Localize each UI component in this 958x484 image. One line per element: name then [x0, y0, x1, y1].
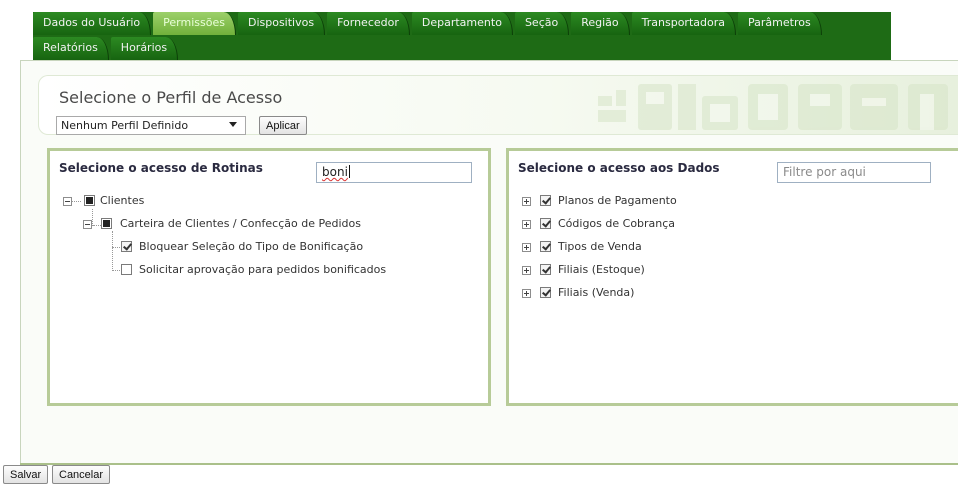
- save-button[interactable]: Salvar: [3, 465, 49, 484]
- checkbox-solicitar[interactable]: [121, 264, 132, 275]
- routines-search-value: boni: [322, 165, 348, 179]
- tree-item-label: Solicitar aprovação para pedidos bonific…: [139, 263, 387, 276]
- profile-title: Selecione o Perfil de Acesso: [59, 88, 283, 107]
- tree-item-label: Clientes: [100, 194, 145, 207]
- text-cursor: [348, 165, 350, 178]
- tree-item-label: Códigos de Cobrança: [558, 217, 676, 230]
- collapse-icon[interactable]: [63, 197, 72, 206]
- tab-row-2: Relatórios Horários: [33, 36, 180, 60]
- tree-connector: [112, 231, 113, 271]
- tree-connector: [112, 247, 120, 248]
- tree-item-label: Tipos de Venda: [558, 240, 642, 253]
- data-access-title: Selecione o acesso aos Dados: [518, 161, 720, 175]
- checkbox-filiais-venda[interactable]: [540, 287, 551, 298]
- checkbox-clientes[interactable]: [84, 195, 95, 206]
- checkbox-carteira[interactable]: [101, 218, 112, 229]
- checkbox-codigos-de-cobranca[interactable]: [540, 218, 551, 229]
- checkbox-planos-de-pagamento[interactable]: [540, 195, 551, 206]
- tab-departamento[interactable]: Departamento: [411, 12, 513, 35]
- cancel-button[interactable]: Cancelar: [52, 465, 111, 484]
- tab-row-1: Dados do Usuário Permissões Dispositivos…: [33, 12, 824, 36]
- collapse-icon[interactable]: [83, 220, 92, 229]
- expand-icon[interactable]: [522, 266, 531, 275]
- tree-item-carteira[interactable]: Carteira de Clientes / Confecção de Pedi…: [83, 216, 463, 232]
- panel-bottom-border: [20, 463, 958, 465]
- tree-item-planos-de-pagamento[interactable]: Planos de Pagamento: [522, 193, 922, 209]
- expand-icon[interactable]: [522, 197, 531, 206]
- tab-permissoes[interactable]: Permissões: [153, 12, 236, 35]
- data-access-filter-input[interactable]: Filtre por aqui: [777, 162, 931, 183]
- tree-item-clientes[interactable]: Clientes: [63, 193, 463, 209]
- routines-panel: Selecione o acesso de Rotinas boni Clien…: [47, 148, 491, 406]
- tree-item-solicitar[interactable]: Solicitar aprovação para pedidos bonific…: [121, 262, 481, 278]
- tab-regiao[interactable]: Região: [571, 12, 630, 35]
- tree-item-bloquear[interactable]: Bloquear Seleção do Tipo de Bonificação: [121, 239, 481, 255]
- tab-transportadora[interactable]: Transportadora: [631, 12, 736, 35]
- tab-dados-do-usuario[interactable]: Dados do Usuário: [33, 12, 152, 35]
- checkbox-filiais-estoque[interactable]: [540, 264, 551, 275]
- tree-item-label: Planos de Pagamento: [558, 194, 677, 207]
- checkbox-bloquear[interactable]: [121, 241, 132, 252]
- data-access-panel: Selecione o acesso aos Dados Filtre por …: [506, 148, 958, 406]
- routines-search-input[interactable]: boni: [316, 162, 472, 183]
- tab-horarios[interactable]: Horários: [110, 37, 179, 60]
- tab-fornecedor[interactable]: Fornecedor: [327, 12, 410, 35]
- watermark-logo: [598, 84, 948, 130]
- tab-secao[interactable]: Seção: [514, 12, 570, 35]
- tab-parametros[interactable]: Parâmetros: [738, 12, 822, 35]
- expand-icon[interactable]: [522, 220, 531, 229]
- tab-bar: Dados do Usuário Permissões Dispositivos…: [33, 12, 891, 60]
- profile-select-value: Nenhum Perfil Definido: [61, 119, 189, 132]
- tree-item-codigos-de-cobranca[interactable]: Códigos de Cobrança: [522, 216, 922, 232]
- tree-item-label: Filiais (Venda): [558, 286, 635, 299]
- tree-item-label: Carteira de Clientes / Confecção de Pedi…: [120, 217, 361, 230]
- tree-item-filiais-venda[interactable]: Filiais (Venda): [522, 285, 922, 301]
- profile-select[interactable]: Nenhum Perfil Definido: [56, 116, 246, 135]
- tab-dispositivos[interactable]: Dispositivos: [237, 12, 326, 35]
- tree-item-label: Bloquear Seleção do Tipo de Bonificação: [139, 240, 364, 253]
- tree-connector: [112, 270, 120, 271]
- expand-icon[interactable]: [522, 243, 531, 252]
- apply-button[interactable]: Aplicar: [259, 116, 307, 135]
- tree-item-tipos-de-venda[interactable]: Tipos de Venda: [522, 239, 922, 255]
- routines-title: Selecione o acesso de Rotinas: [59, 161, 263, 175]
- expand-icon[interactable]: [522, 289, 531, 298]
- data-access-filter-placeholder: Filtre por aqui: [783, 165, 866, 179]
- tree-item-label: Filiais (Estoque): [558, 263, 645, 276]
- checkbox-tipos-de-venda[interactable]: [540, 241, 551, 252]
- tree-item-filiais-estoque[interactable]: Filiais (Estoque): [522, 262, 922, 278]
- tab-relatorios[interactable]: Relatórios: [33, 37, 109, 60]
- chevron-down-icon: [229, 122, 237, 127]
